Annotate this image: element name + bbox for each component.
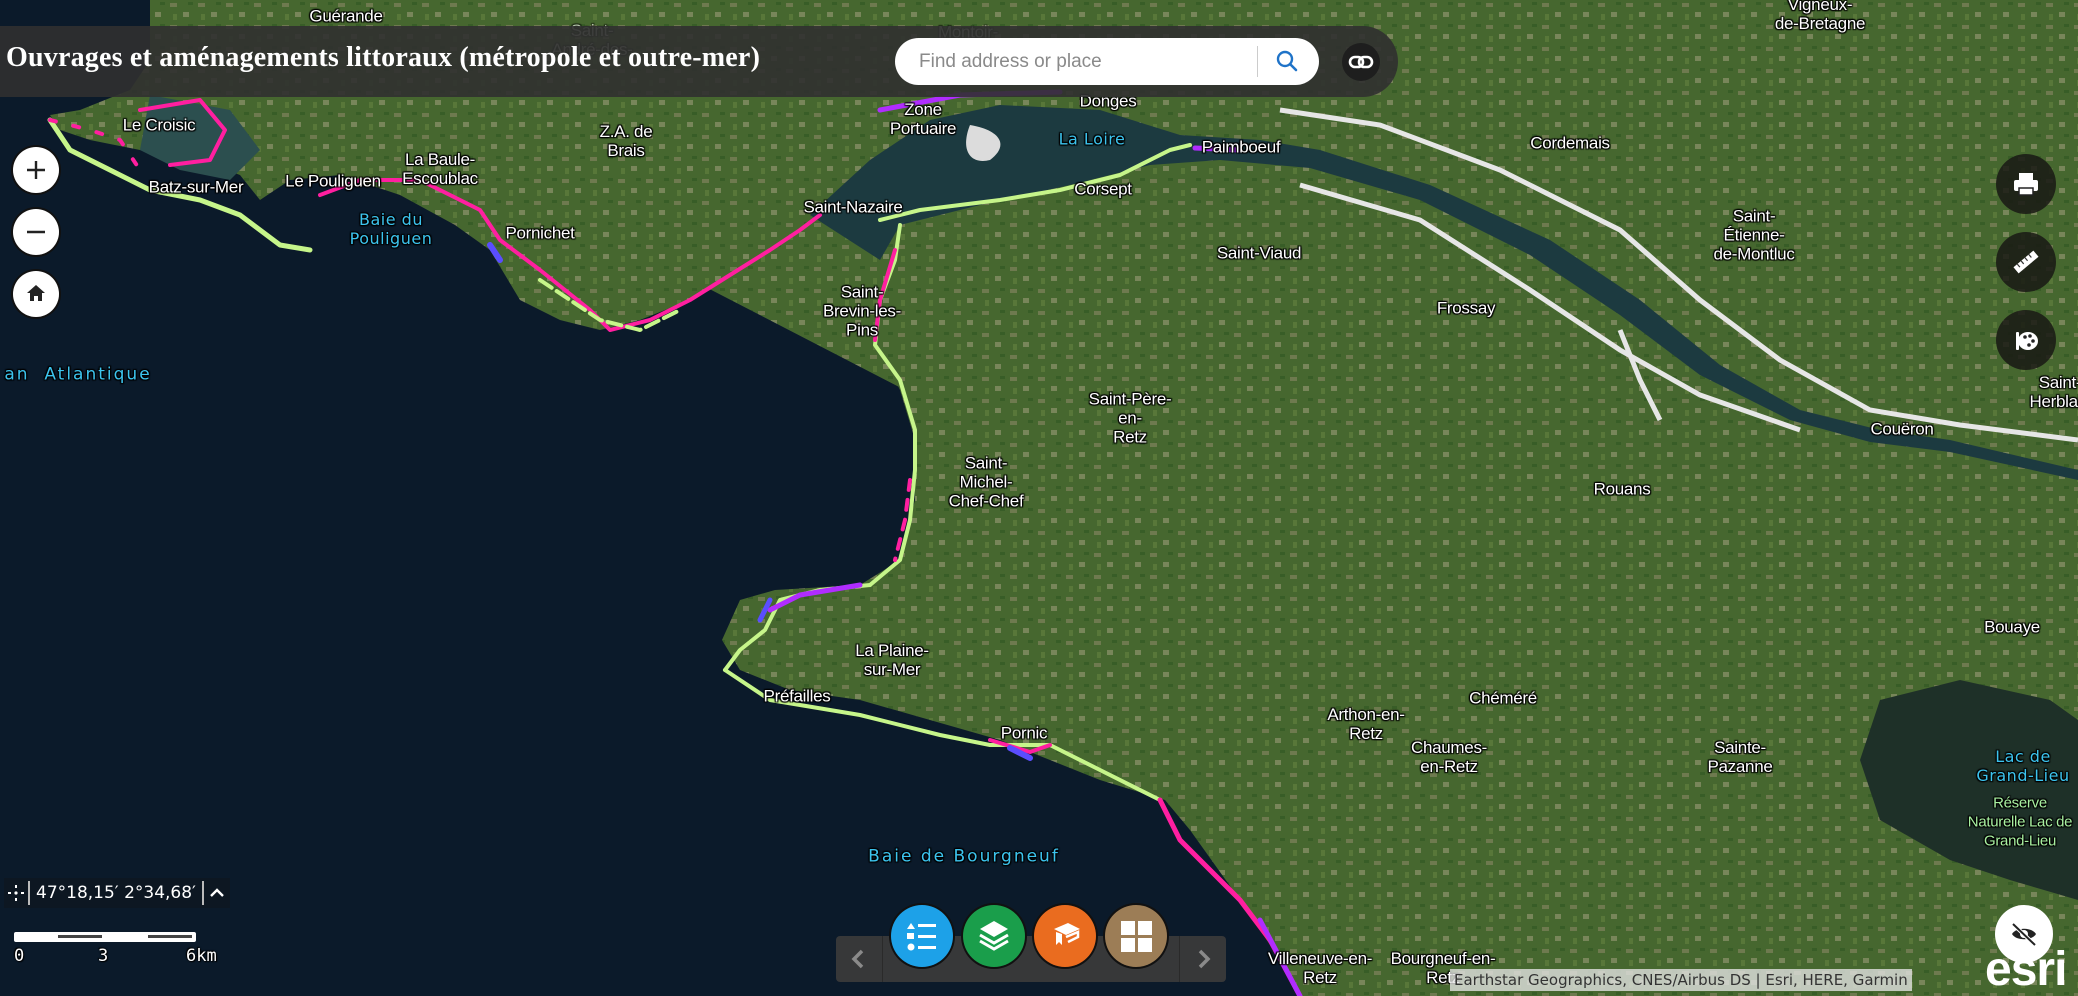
place-label: Frossay [1436, 298, 1496, 318]
water-label: an Atlantique [4, 364, 152, 385]
place-label: Cordemais [1530, 133, 1610, 153]
place-label: Z.A. de Brais [599, 122, 653, 160]
share-link-button[interactable] [1342, 43, 1380, 81]
place-label: Saint-Nazaire [803, 197, 903, 217]
plus-icon [27, 161, 45, 179]
place-label: Chéméré [1469, 688, 1537, 708]
chevron-left-icon [851, 949, 864, 969]
place-label: Saint- Brevin-les- Pins [823, 282, 901, 340]
place-label: Le Pouliguen [285, 171, 381, 191]
search-input[interactable] [917, 46, 1251, 78]
graduation-cap-icon [1054, 923, 1080, 945]
place-label: Saint-Père- en- Retz [1088, 389, 1172, 447]
scale-segment [148, 935, 192, 938]
place-label: Pornic [1000, 723, 1048, 743]
link-icon [1348, 55, 1374, 69]
legend-button[interactable] [891, 905, 953, 967]
grid-icon [1121, 921, 1152, 952]
place-label: Saint- Michel- Chef-Chef [948, 453, 1024, 511]
place-label: Villeneuve-en- Retz [1267, 949, 1373, 987]
place-label: Paimboeuf [1201, 137, 1281, 157]
place-label: Chaumes- en-Retz [1410, 738, 1488, 776]
place-label: Couëron [1870, 419, 1934, 439]
printer-icon [2014, 173, 2038, 196]
minus-icon [27, 230, 45, 234]
home-icon [27, 285, 45, 301]
dock-next-button[interactable] [1179, 936, 1226, 982]
place-label: Préfailles [763, 686, 831, 706]
map-view[interactable]: Guérande Saint- André-des- Montoir- Le C… [0, 0, 2078, 996]
place-label: Pornichet [505, 223, 575, 243]
measure-button[interactable] [1996, 232, 2056, 292]
place-label: Rouans [1593, 479, 1651, 499]
place-label: La Plaine- sur-Mer [855, 641, 929, 679]
attribution[interactable]: Earthstar Geographics, CNES/Airbus DS | … [1450, 969, 1912, 991]
layers-icon [979, 921, 1009, 951]
eye-off-icon [2011, 922, 2037, 947]
water-label: Lac de Grand-Lieu [1976, 747, 2070, 785]
search-button[interactable] [1265, 42, 1309, 81]
coordinate-mode-button[interactable] [4, 878, 28, 908]
app-title: Ouvrages et aménagements littoraux (métr… [6, 42, 761, 73]
place-label: Vigneux- de-Bretagne [1774, 0, 1866, 33]
scale-bar [14, 932, 196, 942]
place-label: La Baule- Escoublac [402, 150, 478, 188]
place-label: Batz-sur-Mer [148, 177, 244, 197]
chevron-right-icon [1198, 949, 1211, 969]
zoom-out-button[interactable] [13, 209, 59, 255]
gallery-button[interactable] [1105, 905, 1167, 967]
search-icon [1276, 50, 1298, 72]
app-header: Ouvrages et aménagements littoraux (métr… [0, 26, 1398, 97]
palette-icon [2016, 332, 2038, 350]
place-label: Saint- Étienne- de-Montluc [1713, 206, 1795, 264]
zoom-in-button[interactable] [13, 147, 59, 193]
place-label: Le Croisic [122, 115, 196, 135]
place-label: Arthon-en- Retz [1327, 705, 1405, 743]
scale-label: 0 [14, 946, 25, 966]
reserve-label: Réserve Naturelle Lac de Grand-Lieu [1967, 794, 2073, 850]
coordinate-readout: 47°18,15′ 2°34,68′ [4, 878, 230, 908]
search-divider [1257, 46, 1258, 77]
place-label: Saint- Herblain [2029, 373, 2078, 411]
search-box [895, 38, 1319, 85]
scale-label: 3 [98, 946, 109, 966]
place-label: Bouaye [1984, 617, 2040, 637]
place-label: Guérande [309, 6, 383, 26]
place-label: Sainte- Pazanne [1707, 738, 1773, 776]
water-label: Baie du Pouliguen [349, 210, 433, 248]
about-button[interactable] [1034, 905, 1096, 967]
print-button[interactable] [1996, 154, 2056, 214]
chevron-up-icon [210, 888, 224, 897]
basemap-button[interactable] [1996, 310, 2056, 370]
place-label: Zone Portuaire [889, 100, 957, 138]
place-label: Corsept [1074, 179, 1132, 199]
toggle-visibility-button[interactable] [1995, 905, 2053, 963]
place-label: Saint-Viaud [1216, 243, 1302, 263]
legend-list-icon [907, 923, 936, 951]
ruler-icon [2013, 250, 2039, 274]
layers-button[interactable] [963, 905, 1025, 967]
scale-label: 6km [186, 946, 217, 966]
coordinate-text: 47°18,15′ 2°34,68′ [36, 883, 196, 903]
dock-previous-button[interactable] [836, 936, 883, 982]
water-label: La Loire [1058, 129, 1126, 149]
crosshair-icon [8, 885, 24, 901]
coordinate-expand-button[interactable] [204, 878, 230, 908]
scale-segment [58, 935, 102, 938]
water-label: Baie de Bourgneuf [868, 846, 1060, 867]
home-button[interactable] [13, 271, 59, 317]
